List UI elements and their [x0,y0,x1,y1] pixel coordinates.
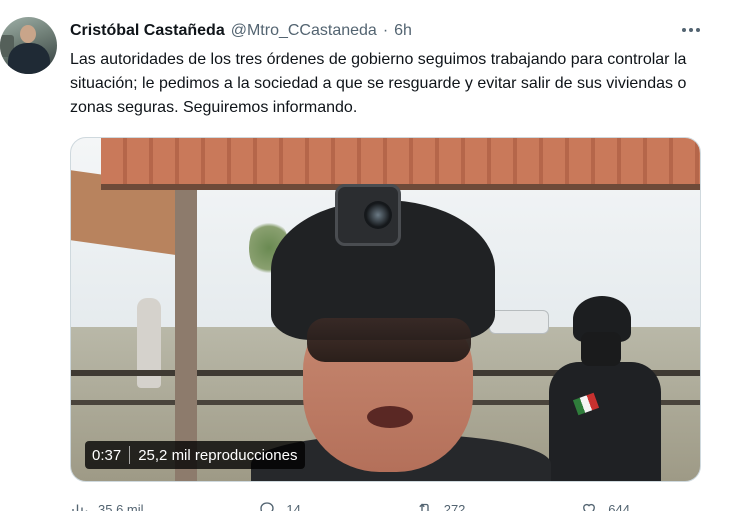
more-dot [689,28,693,32]
author-name[interactable]: Cristóbal Castañeda [70,22,225,40]
like-count: 644 [608,501,630,511]
soldier-mask [581,332,621,366]
avatar-body [8,43,50,74]
timestamp[interactable]: 6h [394,22,412,40]
helmet-camera [335,184,401,246]
tweet-header: Cristóbal Castañeda @Mtro_CCastaneda · 6… [70,21,412,41]
retweet-icon [418,503,430,511]
author-handle[interactable]: @Mtro_CCastaneda [231,22,377,40]
tweet-actions: 35,6 mil 14 272 644 [70,499,630,511]
retweet-button[interactable]: 272 [416,500,466,511]
video-frame [71,138,700,481]
analytics-icon [72,504,88,511]
video-timecode: 0:37 [92,446,122,464]
reply-icon [260,502,275,511]
avatar-head [20,25,36,43]
video-roof [101,138,700,190]
like-button[interactable]: 644 [580,500,630,511]
reply-count: 14 [286,501,301,511]
video-view-count: 25,2 mil reproducciones [138,446,298,464]
video-post [175,188,197,481]
soldier-torso [549,362,661,481]
more-dots-icon[interactable] [680,20,702,40]
camera-lens [364,201,392,229]
reply-button[interactable]: 14 [258,500,301,511]
views-button[interactable]: 35,6 mil [70,500,144,511]
video-officer [251,184,551,481]
video-soldier [541,296,661,481]
tweet[interactable]: Cristóbal Castañeda @Mtro_CCastaneda · 6… [0,0,737,511]
separator-dot: · [382,22,389,39]
officer-mouth [367,406,413,428]
more-dot [682,28,686,32]
retweet-count: 272 [443,501,466,511]
view-count: 35,6 mil [98,501,144,511]
heart-icon [583,503,596,511]
avatar[interactable] [0,17,57,74]
more-dot [696,28,700,32]
tweet-text: Las autoridades de los tres órdenes de g… [70,51,687,116]
video-player[interactable]: 0:37 25,2 mil reproducciones [70,137,701,482]
video-info-badge: 0:37 25,2 mil reproducciones [85,441,306,469]
officer-sunglasses [307,318,471,362]
